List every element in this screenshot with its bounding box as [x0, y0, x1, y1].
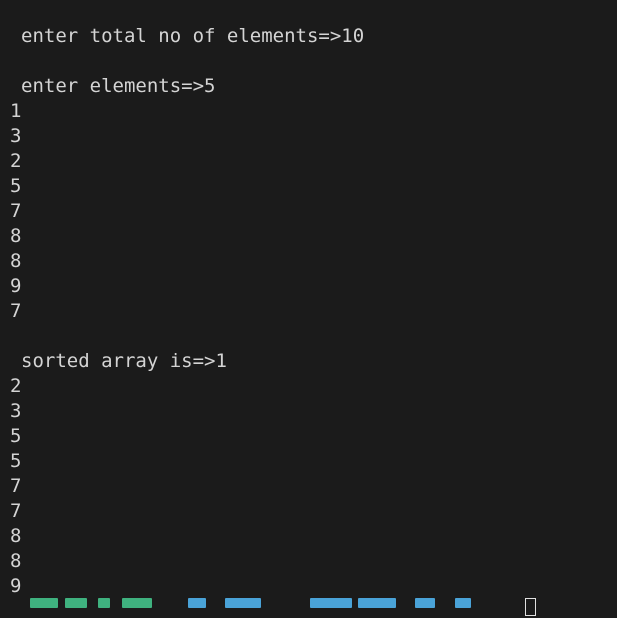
shell-prompt-partial: [10, 598, 490, 618]
terminal-window[interactable]: enter total no of elements=>10 enter ele…: [0, 0, 617, 616]
sorted-value: 2: [10, 375, 22, 397]
sorted-value: 8: [10, 550, 22, 572]
sorted-value: 5: [10, 450, 22, 472]
input-value: 8: [10, 225, 22, 247]
input-value: 7: [10, 300, 22, 322]
input-value: 1: [10, 100, 22, 122]
sorted-value: 7: [10, 475, 22, 497]
sorted-value: 5: [10, 425, 22, 447]
prompt-elements-line: enter elements=>5: [21, 75, 216, 97]
sorted-value: 8: [10, 525, 22, 547]
input-value: 9: [10, 275, 22, 297]
sorted-value: 9: [10, 575, 22, 597]
input-value: 8: [10, 250, 22, 272]
sorted-value: 3: [10, 400, 22, 422]
prompt-total-line: enter total no of elements=>10: [21, 25, 365, 47]
sorted-header-line: sorted array is=>1: [21, 350, 227, 372]
input-value: 5: [10, 175, 22, 197]
sorted-value: 7: [10, 500, 22, 522]
input-value: 7: [10, 200, 22, 222]
input-value: 3: [10, 125, 22, 147]
input-value: 2: [10, 150, 22, 172]
terminal-cursor: [525, 598, 536, 616]
